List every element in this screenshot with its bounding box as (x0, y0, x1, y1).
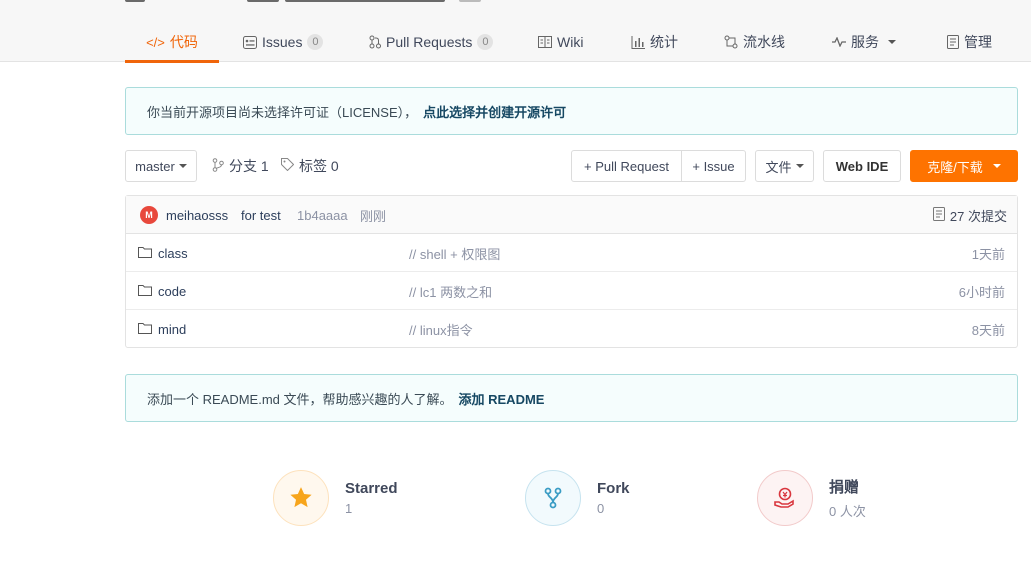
add-readme-link[interactable]: 添加 README (459, 389, 545, 408)
clone-download-button[interactable]: 克隆/下载 (910, 150, 1018, 182)
fork-icon (525, 470, 581, 526)
branch-icon (212, 157, 224, 175)
folder-icon (138, 322, 152, 337)
donate-icon (757, 470, 813, 526)
tab-service[interactable]: 服务 (832, 22, 896, 62)
pull-requests-count-badge: 0 (477, 34, 494, 50)
branch-select[interactable]: master (125, 150, 197, 182)
tag-icon (281, 158, 295, 174)
tab-stats[interactable]: 统计 (631, 22, 678, 62)
tab-issues[interactable]: Issues 0 (243, 22, 324, 62)
file-link-class[interactable]: class (138, 234, 188, 272)
repo-header: </> 代码 Issues 0 Pull Requests 0 Wiki 统计 … (0, 0, 1031, 63)
file-link-mind[interactable]: mind (138, 310, 186, 348)
donate-stat[interactable]: 捐赠 0 人次 (757, 470, 866, 526)
file-commit-time: 1天前 (971, 246, 1005, 262)
file-menu-button[interactable]: 文件 (755, 150, 814, 182)
new-issue-button[interactable]: + Issue (681, 150, 746, 182)
manage-icon (947, 35, 959, 49)
web-ide-button[interactable]: Web IDE (823, 150, 901, 182)
tab-pull-requests[interactable]: Pull Requests 0 (369, 22, 494, 62)
issues-icon (243, 35, 257, 49)
tags-link[interactable]: 标签 0 (281, 150, 339, 182)
repo-title-fragment (125, 0, 485, 4)
tab-wiki[interactable]: Wiki (538, 22, 583, 62)
file-commit-message[interactable]: // lc1 两数之和 (409, 272, 492, 310)
commit-time: 刚刚 (360, 208, 387, 224)
file-row: mind // linux指令 8天前 (126, 310, 1017, 348)
wiki-icon (538, 36, 552, 48)
commit-hash[interactable]: 1b4aaaa (297, 196, 348, 234)
file-list: M meihaosss for test 1b4aaaa 刚刚 27 次提交 c… (125, 195, 1018, 348)
readme-notice-text: 添加一个 README.md 文件，帮助感兴趣的人了解。 (147, 391, 453, 407)
chevron-down-icon (795, 164, 804, 168)
new-pull-request-button[interactable]: + Pull Request (571, 150, 682, 182)
license-notice: 你当前开源项目尚未选择许可证（LICENSE）， 点此选择并创建开源许可 (125, 87, 1018, 135)
stats-icon (631, 35, 645, 49)
chevron-down-icon (178, 164, 187, 168)
file-row: class // shell + 权限图 1天前 (126, 234, 1017, 272)
file-commit-time: 8天前 (971, 322, 1005, 338)
folder-icon (138, 246, 152, 261)
avatar[interactable]: M (140, 206, 158, 224)
pipeline-icon (724, 35, 738, 49)
code-icon: </> (146, 34, 165, 50)
tab-code[interactable]: </> 代码 (125, 22, 219, 63)
file-commit-message[interactable]: // shell + 权限图 (409, 234, 500, 272)
commit-author[interactable]: meihaosss (166, 196, 228, 234)
star-icon (273, 470, 329, 526)
readme-notice: 添加一个 README.md 文件，帮助感兴趣的人了解。 添加 README (125, 374, 1018, 422)
fork-stat[interactable]: Fork 0 (525, 470, 630, 526)
license-notice-text: 你当前开源项目尚未选择许可证（LICENSE）， (147, 104, 418, 120)
file-link-code[interactable]: code (138, 272, 186, 310)
create-license-link[interactable]: 点此选择并创建开源许可 (423, 102, 566, 121)
pull-request-icon (369, 35, 381, 49)
service-icon (832, 37, 846, 47)
tab-pipeline[interactable]: 流水线 (724, 22, 785, 62)
commit-count-link[interactable]: 27 次提交 (932, 196, 1007, 234)
chevron-down-icon (888, 40, 896, 44)
chevron-down-icon (992, 164, 1001, 168)
file-commit-message[interactable]: // linux指令 (409, 310, 473, 348)
commits-icon (932, 206, 945, 224)
latest-commit-bar: M meihaosss for test 1b4aaaa 刚刚 27 次提交 (126, 196, 1017, 234)
folder-icon (138, 284, 152, 299)
issues-count-badge: 0 (307, 34, 324, 50)
tab-manage[interactable]: 管理 (947, 22, 992, 62)
file-row: code // lc1 两数之和 6小时前 (126, 272, 1017, 310)
starred-stat[interactable]: Starred 1 (273, 470, 398, 526)
branches-link[interactable]: 分支 1 (212, 150, 269, 182)
file-commit-time: 6小时前 (958, 284, 1005, 300)
commit-message[interactable]: for test (241, 196, 281, 234)
